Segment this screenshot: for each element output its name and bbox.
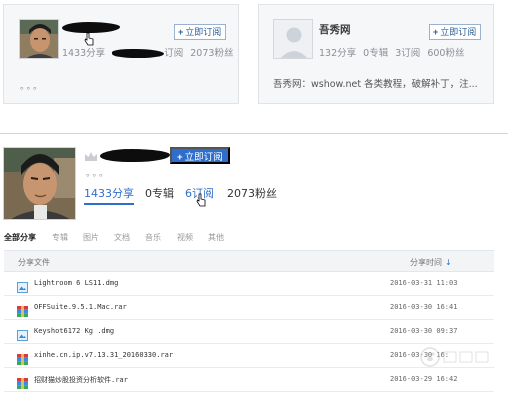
file-name[interactable]: Keyshot6172 Kg .dmg xyxy=(34,327,114,335)
file-time: 2016-03-30 16:41 xyxy=(390,303,458,311)
file-name[interactable]: 招财猫炒股投资分析软件.rar xyxy=(34,375,128,385)
redacted-stat xyxy=(112,49,165,58)
profile-bio: 。。。 xyxy=(86,169,111,179)
crown-icon xyxy=(84,149,98,163)
table-row[interactable]: Lightroom 6 LS11.dmg 2016-03-31 11:03 xyxy=(4,272,494,296)
subscription-count[interactable]: 订阅 xyxy=(164,48,183,59)
user-description: 吾秀网：wshow.net 各类教程，破解补丁，注... xyxy=(273,79,478,90)
file-name[interactable]: Lightroom 6 LS11.dmg xyxy=(34,279,118,287)
fan-count[interactable]: 2073粉丝 xyxy=(190,48,233,59)
share-count[interactable]: 132分享 xyxy=(319,48,356,59)
tab-videos[interactable]: 视频 xyxy=(177,232,193,243)
album-count[interactable]: 0专辑 xyxy=(363,48,388,59)
column-header-file: 分享文件 xyxy=(18,258,50,267)
profile-avatar xyxy=(3,147,76,220)
user-card-right[interactable]: 吾秀网 + 立即订阅 132分享 0专辑 3订阅 600粉丝 吾秀网：wshow.… xyxy=(258,4,494,104)
table-header: 分享文件 分享时间 ↓ xyxy=(4,250,494,272)
subscribe-label: 立即订阅 xyxy=(185,27,222,37)
generic-file-icon xyxy=(17,326,28,341)
table-row[interactable]: Keyshot6172 Kg .dmg 2016-03-30 09:37 xyxy=(4,320,494,344)
subscribe-button[interactable]: + 立即订阅 xyxy=(170,147,230,164)
column-header-time[interactable]: 分享时间 ↓ xyxy=(410,257,452,268)
subscribe-button[interactable]: + 立即订阅 xyxy=(174,24,227,40)
subscribe-button[interactable]: + 立即订阅 xyxy=(429,24,482,40)
user-card-left[interactable]: + 立即订阅 1433分享 订阅 2073粉丝 。。。 xyxy=(3,4,239,104)
share-count[interactable]: 1433分享 xyxy=(62,48,105,59)
redacted-username xyxy=(100,149,170,162)
watermark-logo xyxy=(390,344,508,374)
tab-other[interactable]: 其他 xyxy=(208,232,224,243)
rar-archive-icon xyxy=(17,374,28,389)
sort-down-icon: ↓ xyxy=(445,258,452,267)
hand-cursor-icon xyxy=(84,31,94,46)
tab-all-shares[interactable]: 全部分享 xyxy=(4,232,36,243)
default-avatar-icon[interactable] xyxy=(273,19,313,59)
file-time: 2016-03-31 11:03 xyxy=(390,279,458,287)
section-divider xyxy=(0,133,508,134)
tab-music[interactable]: 音乐 xyxy=(145,232,161,243)
fans-stat[interactable]: 2073粉丝 xyxy=(227,185,277,201)
file-time: 2016-03-30 09:37 xyxy=(390,327,458,335)
tab-documents[interactable]: 文档 xyxy=(114,232,130,243)
fan-count[interactable]: 600粉丝 xyxy=(427,48,464,59)
subscribe-label: 立即订阅 xyxy=(184,152,223,163)
table-row[interactable]: OFFSuite.9.5.1.Mac.rar 2016-03-30 16:41 xyxy=(4,296,494,320)
user-name[interactable]: 吾秀网 xyxy=(319,22,351,37)
file-name[interactable]: xinhe.cn.ip.v7.13.31_20160330.rar xyxy=(34,351,173,359)
rar-archive-icon xyxy=(17,302,28,317)
user-stats: 132分享 0专辑 3订阅 600粉丝 xyxy=(319,45,468,59)
file-time: 2016-03-29 16:42 xyxy=(390,375,458,383)
user-bio: 。。。 xyxy=(20,82,45,92)
active-tab-underline xyxy=(84,203,134,205)
albums-stat[interactable]: 0专辑 xyxy=(145,185,174,201)
rar-archive-icon xyxy=(17,350,28,365)
generic-file-icon xyxy=(17,278,28,293)
avatar[interactable] xyxy=(19,19,59,59)
file-name[interactable]: OFFSuite.9.5.1.Mac.rar xyxy=(34,303,127,311)
user-stats: 1433分享 订阅 2073粉丝 xyxy=(62,45,237,59)
tab-images[interactable]: 图片 xyxy=(83,232,99,243)
tab-albums[interactable]: 专辑 xyxy=(52,232,68,243)
shares-stat[interactable]: 1433分享 xyxy=(84,185,134,201)
hand-cursor-icon xyxy=(196,192,206,207)
column-header-time-label: 分享时间 xyxy=(410,258,442,267)
subscription-count[interactable]: 3订阅 xyxy=(395,48,420,59)
subscribe-label: 立即订阅 xyxy=(440,27,477,37)
